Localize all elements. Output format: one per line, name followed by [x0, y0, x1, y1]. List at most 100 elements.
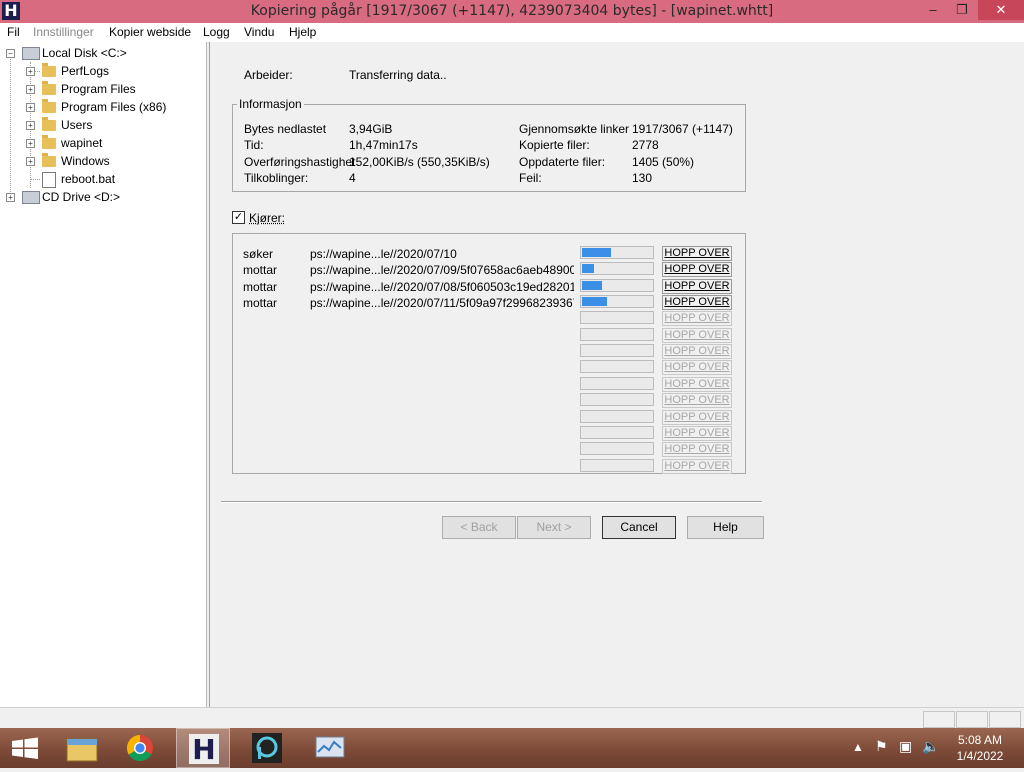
menu-window[interactable]: Vindu	[244, 25, 274, 39]
transfer-progress-bar	[580, 246, 654, 259]
expand-icon[interactable]: +	[26, 85, 35, 94]
taskbar-chrome[interactable]	[113, 728, 167, 768]
minimize-button[interactable]: –	[919, 0, 947, 20]
info-value: 130	[632, 171, 653, 185]
taskbar-monitor[interactable]	[303, 728, 357, 768]
volume-icon[interactable]: 🔈	[922, 738, 939, 755]
tree-item-local-disk[interactable]: − Local Disk <C:>	[0, 44, 200, 62]
skip-button[interactable]: HOPP OVER	[662, 410, 732, 425]
transfer-status: mottar	[243, 296, 278, 310]
tree-item-reboot-bat[interactable]: reboot.bat	[0, 170, 200, 188]
info-group-title: Informasjon	[237, 97, 304, 111]
skip-button[interactable]: HOPP OVER	[662, 344, 732, 359]
tree-item-program-files-x86[interactable]: + Program Files (x86)	[0, 98, 200, 116]
skip-button[interactable]: HOPP OVER	[662, 295, 732, 310]
taskbar-httrack[interactable]: H	[176, 728, 230, 768]
windows-logo-icon	[12, 737, 38, 759]
network-icon[interactable]: ▣	[899, 738, 912, 755]
clock-time[interactable]: 5:08 AM	[950, 733, 1010, 747]
title-bar: H Kopiering pågår [1917/3067 (+1147), 42…	[0, 0, 1024, 23]
status-cell	[923, 711, 955, 728]
transfer-progress-bar	[580, 328, 654, 341]
file-icon	[42, 172, 56, 188]
skip-button[interactable]: HOPP OVER	[662, 360, 732, 375]
running-checkbox[interactable]: ✓	[232, 211, 245, 224]
expand-icon[interactable]: +	[26, 157, 35, 166]
transfer-progress-bar	[580, 410, 654, 423]
skip-button[interactable]: HOPP OVER	[662, 311, 732, 326]
restore-button[interactable]: ❐	[948, 0, 976, 20]
tree-label: Windows	[61, 154, 110, 168]
show-hidden-icons-icon[interactable]: ▲	[852, 740, 864, 754]
menu-help[interactable]: Hjelp	[289, 25, 316, 39]
menu-file[interactable]: Fil	[7, 25, 20, 39]
expand-icon[interactable]: +	[26, 121, 35, 130]
folder-icon	[42, 99, 56, 113]
performance-monitor-icon	[315, 736, 345, 758]
skip-button[interactable]: HOPP OVER	[662, 426, 732, 441]
cd-drive-icon	[22, 191, 40, 204]
skip-button[interactable]: HOPP OVER	[662, 442, 732, 457]
skip-button[interactable]: HOPP OVER	[662, 279, 732, 294]
tree-item-cd-drive[interactable]: + CD Drive <D:>	[0, 188, 200, 206]
status-label: Arbeider:	[244, 68, 293, 82]
transfer-url: ps://wapine...le//2020/07/11/5f09a97f299…	[310, 296, 574, 310]
svg-text:H: H	[192, 733, 215, 766]
menu-bar: Fil Innstillinger Kopier webside Logg Vi…	[0, 23, 1024, 43]
tree-label: Users	[61, 118, 93, 132]
menu-copy-website[interactable]: Kopier webside	[109, 25, 191, 39]
transfer-url: ps://wapine...le//2020/07/10	[310, 247, 457, 261]
status-bar	[0, 707, 1024, 729]
clock-date[interactable]: 1/4/2022	[950, 749, 1010, 763]
file-explorer-icon	[66, 738, 98, 762]
skip-button[interactable]: HOPP OVER	[662, 246, 732, 261]
transfer-url: ps://wapine...le//2020/07/08/5f060503c19…	[310, 280, 574, 294]
info-value: 3,94GiB	[349, 122, 393, 136]
folder-tree: − Local Disk <C:> + PerfLogs + Program F…	[0, 42, 207, 707]
info-value: 1h,47min17s	[349, 138, 418, 152]
back-button[interactable]: < Back	[442, 516, 516, 539]
cancel-button[interactable]: Cancel	[602, 516, 676, 539]
running-label[interactable]: Kjører:	[249, 211, 285, 225]
tree-label: wapinet	[61, 136, 103, 150]
help-button[interactable]: Help	[687, 516, 764, 539]
transfer-url: ps://wapine...le//2020/07/09/5f07658ac6a…	[310, 263, 574, 277]
tree-item-windows[interactable]: + Windows	[0, 152, 200, 170]
transfer-status: søker	[243, 247, 273, 261]
skip-button[interactable]: HOPP OVER	[662, 459, 732, 474]
info-group: Informasjon	[232, 97, 746, 192]
close-button[interactable]: ✕	[978, 0, 1024, 20]
next-button[interactable]: Next >	[517, 516, 591, 539]
tree-item-program-files[interactable]: + Program Files	[0, 80, 200, 98]
menu-settings[interactable]: Innstillinger	[33, 25, 94, 39]
info-label: Tilkoblinger:	[244, 171, 309, 185]
skip-button[interactable]: HOPP OVER	[662, 377, 732, 392]
folder-icon	[42, 153, 56, 167]
info-label: Feil:	[519, 171, 542, 185]
menu-log[interactable]: Logg	[203, 25, 230, 39]
action-center-icon[interactable]: ⚑	[875, 738, 888, 755]
transfer-status: mottar	[243, 263, 278, 277]
info-label: Overføringshastighet	[244, 155, 356, 169]
taskbar-file-explorer[interactable]	[55, 728, 109, 768]
expand-icon[interactable]: +	[6, 193, 15, 202]
folder-icon	[42, 117, 56, 131]
tree-label: CD Drive <D:>	[42, 190, 121, 204]
expand-icon[interactable]: +	[26, 139, 35, 148]
expand-icon[interactable]: +	[26, 103, 35, 112]
info-value: 152,00KiB/s (550,35KiB/s)	[349, 155, 490, 169]
tree-item-wapinet[interactable]: + wapinet	[0, 134, 200, 152]
status-cell	[989, 711, 1021, 728]
info-value: 4	[349, 171, 356, 185]
taskbar-app[interactable]	[240, 728, 294, 768]
tree-item-users[interactable]: + Users	[0, 116, 200, 134]
skip-button[interactable]: HOPP OVER	[662, 328, 732, 343]
skip-button[interactable]: HOPP OVER	[662, 262, 732, 277]
collapse-icon[interactable]: −	[6, 49, 15, 58]
tree-item-perflogs[interactable]: + PerfLogs	[0, 62, 200, 80]
start-button[interactable]	[0, 728, 54, 768]
expand-icon[interactable]: +	[26, 67, 35, 76]
skip-button[interactable]: HOPP OVER	[662, 393, 732, 408]
status-value: Transferring data..	[349, 68, 447, 82]
folder-icon	[42, 135, 56, 149]
